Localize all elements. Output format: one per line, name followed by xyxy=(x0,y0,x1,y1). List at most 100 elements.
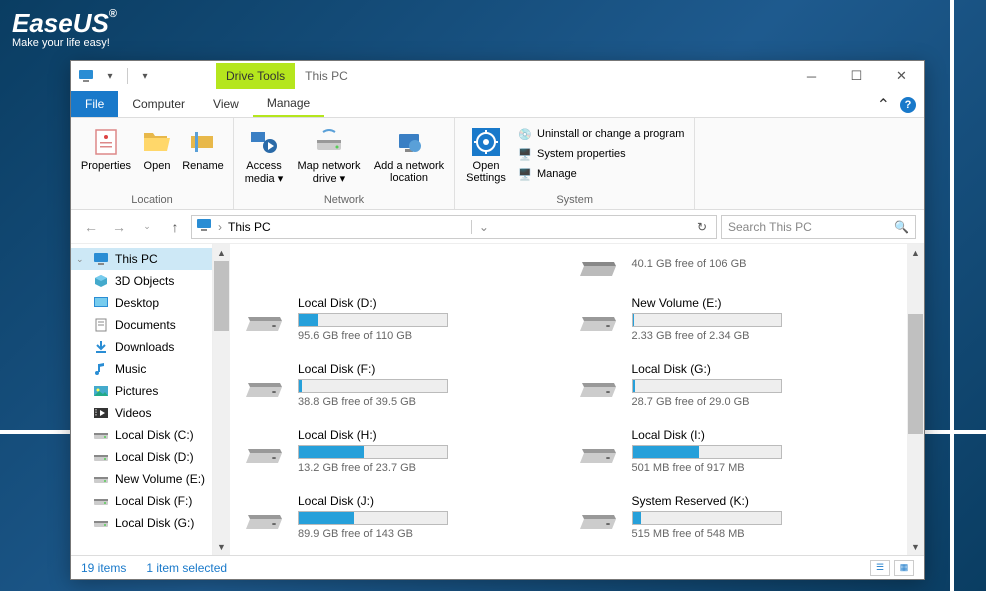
scroll-up-arrow[interactable]: ▲ xyxy=(213,244,230,261)
main-scrollbar[interactable]: ▲ ▼ xyxy=(907,244,924,555)
drive-item-partial[interactable]: 40.1 GB free of 106 GB xyxy=(574,248,898,280)
vids-icon xyxy=(93,405,109,421)
properties-button[interactable]: Properties xyxy=(77,122,135,172)
main-view[interactable]: 40.1 GB free of 106 GB Local Disk (D:)95… xyxy=(230,244,907,555)
window-title: This PC xyxy=(295,69,348,83)
search-input[interactable]: Search This PC 🔍 xyxy=(721,215,916,239)
scroll-thumb[interactable] xyxy=(908,314,923,434)
nav-recent-dropdown[interactable]: ⌄ xyxy=(135,215,159,239)
drive-usage-bar xyxy=(632,511,782,525)
drive-free-text: 501 MB free of 917 MB xyxy=(632,462,894,474)
nav-item[interactable]: Desktop xyxy=(71,292,212,314)
nav-item[interactable]: 3D Objects xyxy=(71,270,212,292)
nav-item-label: Local Disk (F:) xyxy=(115,494,192,508)
media-icon xyxy=(248,126,280,158)
address-bar[interactable]: › This PC ⌄ ↻ xyxy=(191,215,717,239)
nav-item[interactable]: Local Disk (D:) xyxy=(71,446,212,468)
pc-icon xyxy=(93,251,109,267)
disk-icon xyxy=(244,435,288,467)
drive-item[interactable]: Local Disk (F:) 38.8 GB free of 39.5 GB xyxy=(240,358,564,412)
nav-item[interactable]: ⌄This PC xyxy=(71,248,212,270)
nav-item[interactable]: Local Disk (G:) xyxy=(71,512,212,534)
scroll-down-arrow[interactable]: ▼ xyxy=(213,538,230,555)
drive-free-text: 28.7 GB free of 29.0 GB xyxy=(632,396,894,408)
tab-computer[interactable]: Computer xyxy=(118,91,199,117)
tab-file[interactable]: File xyxy=(71,91,118,117)
qat-overflow[interactable]: ▾ xyxy=(134,65,156,87)
help-icon[interactable]: ? xyxy=(900,97,916,113)
disk-icon xyxy=(93,449,109,465)
explorer-window: ▾ ▾ Drive Tools This PC ─ ☐ ✕ File Compu… xyxy=(70,60,925,580)
titlebar[interactable]: ▾ ▾ Drive Tools This PC ─ ☐ ✕ xyxy=(71,61,924,91)
nav-item-label: Pictures xyxy=(115,384,158,398)
drive-name: Local Disk (F:) xyxy=(298,362,560,376)
open-settings-button[interactable]: Open Settings xyxy=(461,122,511,184)
open-button[interactable]: Open xyxy=(137,122,177,172)
close-button[interactable]: ✕ xyxy=(879,62,924,90)
drive-free-text: 38.8 GB free of 39.5 GB xyxy=(298,396,560,408)
drive-free-text: 515 MB free of 548 MB xyxy=(632,528,894,540)
disk-icon xyxy=(244,501,288,533)
drive-item[interactable]: System Reserved (K:)515 MB free of 548 M… xyxy=(574,490,898,544)
tab-view[interactable]: View xyxy=(199,91,253,117)
nav-forward-button[interactable]: → xyxy=(107,215,131,239)
context-tab-drive-tools[interactable]: Drive Tools xyxy=(216,63,295,89)
address-bar-row: ← → ⌄ ↑ › This PC ⌄ ↻ Search This PC 🔍 xyxy=(71,210,924,244)
disk-icon xyxy=(93,493,109,509)
nav-item-label: Local Disk (G:) xyxy=(115,516,194,530)
navpane-scrollbar[interactable]: ▲ ▼ xyxy=(213,244,230,555)
disk-icon xyxy=(578,369,622,401)
rename-icon xyxy=(187,126,219,158)
refresh-button[interactable]: ↻ xyxy=(692,220,712,234)
scroll-down-arrow[interactable]: ▼ xyxy=(907,538,924,555)
view-tiles-button[interactable]: ▦ xyxy=(894,560,914,576)
disk-icon xyxy=(244,369,288,401)
search-icon: 🔍 xyxy=(894,220,909,234)
nav-item[interactable]: Local Disk (C:) xyxy=(71,424,212,446)
drive-free-text: 2.33 GB free of 2.34 GB xyxy=(632,330,894,342)
navigation-pane[interactable]: ⌄This PC3D ObjectsDesktopDocuments Downlo… xyxy=(71,244,213,555)
qat-dropdown[interactable]: ▾ xyxy=(99,65,121,87)
uninstall-program-button[interactable]: 💿Uninstall or change a program xyxy=(517,126,684,142)
drive-item[interactable]: Local Disk (J:)89.9 GB free of 143 GB xyxy=(240,490,564,544)
nav-item[interactable]: Downloads xyxy=(71,336,212,358)
nav-up-button[interactable]: ↑ xyxy=(163,215,187,239)
nav-item-label: Local Disk (C:) xyxy=(115,428,194,442)
drive-item[interactable]: Local Disk (D:)95.6 GB free of 110 GB xyxy=(240,292,564,346)
drive-name: Local Disk (J:) xyxy=(298,494,560,508)
drive-item[interactable]: Local Disk (I:)501 MB free of 917 MB xyxy=(574,424,898,478)
ribbon-collapse-icon[interactable]: ⌃ xyxy=(877,95,890,115)
drive-usage-bar xyxy=(298,511,448,525)
scroll-thumb[interactable] xyxy=(214,261,229,331)
nav-item[interactable]: Pictures xyxy=(71,380,212,402)
nav-item[interactable]: Documents xyxy=(71,314,212,336)
tab-manage[interactable]: Manage xyxy=(253,91,324,117)
manage-button[interactable]: 🖥️Manage xyxy=(517,166,684,182)
map-network-drive-button[interactable]: Map network drive ▾ xyxy=(290,122,368,185)
rename-button[interactable]: Rename xyxy=(179,122,227,172)
nav-item[interactable]: Videos xyxy=(71,402,212,424)
music-icon xyxy=(93,361,109,377)
maximize-button[interactable]: ☐ xyxy=(834,62,879,90)
nav-item-label: Downloads xyxy=(115,340,174,354)
nav-item[interactable]: New Volume (E:) xyxy=(71,468,212,490)
drive-free-text: 95.6 GB free of 110 GB xyxy=(298,330,560,342)
scroll-up-arrow[interactable]: ▲ xyxy=(907,244,924,261)
system-properties-button[interactable]: 🖥️System properties xyxy=(517,146,684,162)
drive-item[interactable]: Local Disk (H:)13.2 GB free of 23.7 GB xyxy=(240,424,564,478)
view-details-button[interactable]: ☰ xyxy=(870,560,890,576)
add-network-location-button[interactable]: Add a network location xyxy=(370,122,448,184)
nav-item[interactable]: Music xyxy=(71,358,212,380)
docs-icon xyxy=(93,317,109,333)
nav-item[interactable]: Local Disk (F:) xyxy=(71,490,212,512)
breadcrumb-this-pc[interactable]: This PC xyxy=(228,220,271,234)
drive-item[interactable]: New Volume (E:)2.33 GB free of 2.34 GB xyxy=(574,292,898,346)
access-media-button[interactable]: Access media ▾ xyxy=(240,122,288,185)
drive-usage-bar xyxy=(298,445,448,459)
minimize-button[interactable]: ─ xyxy=(789,62,834,90)
ribbon-tabs: File Computer View Manage ⌃ ? xyxy=(71,91,924,118)
group-system-label: System xyxy=(455,194,694,209)
nav-back-button[interactable]: ← xyxy=(79,215,103,239)
drive-usage-bar xyxy=(632,379,782,393)
drive-item[interactable]: Local Disk (G:)28.7 GB free of 29.0 GB xyxy=(574,358,898,412)
